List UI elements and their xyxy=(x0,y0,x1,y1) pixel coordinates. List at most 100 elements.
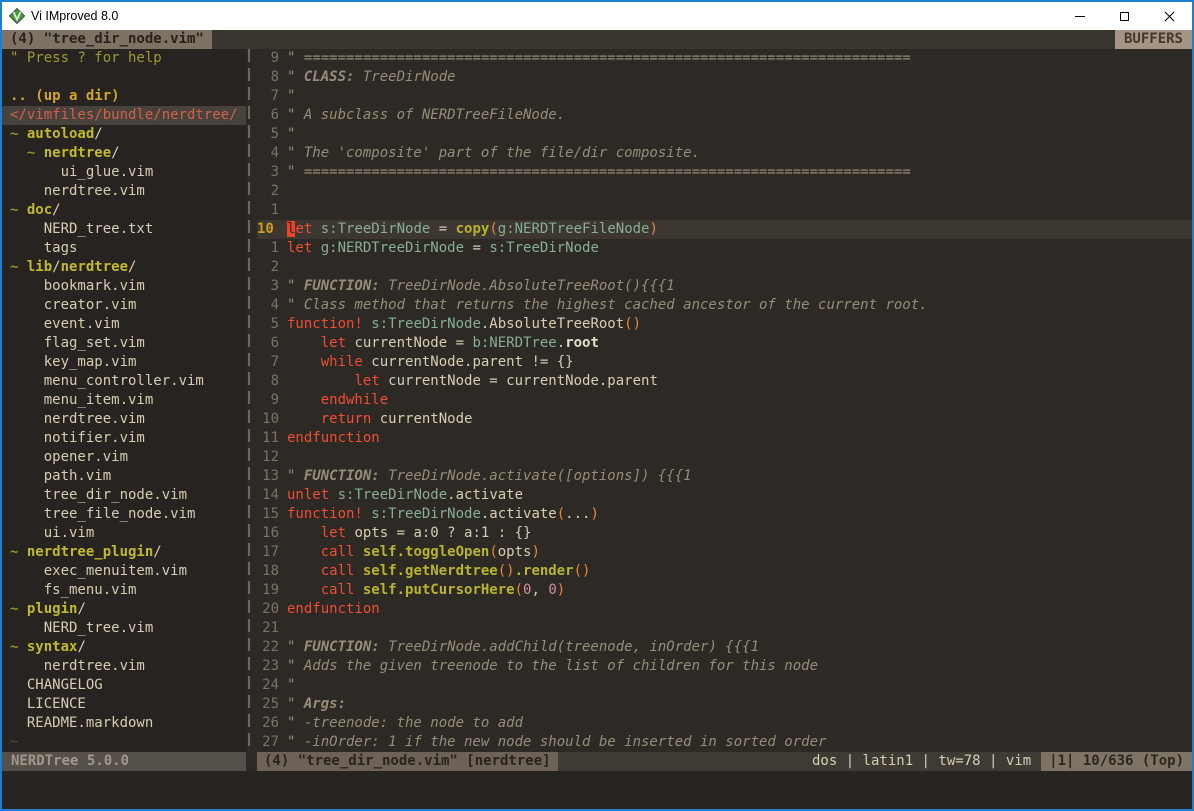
code-line[interactable]: 22" FUNCTION: TreeDirNode.addChild(treen… xyxy=(257,638,1192,657)
tree-item[interactable]: ~ xyxy=(2,733,246,752)
tree-item[interactable]: bookmark.vim xyxy=(2,277,246,296)
line-number: 19 xyxy=(257,581,279,600)
tree-item[interactable]: LICENCE xyxy=(2,695,246,714)
command-line[interactable] xyxy=(2,771,1192,809)
statusline-gap xyxy=(246,752,257,771)
code-line[interactable]: 12 xyxy=(257,448,1192,467)
tree-item[interactable]: nerdtree.vim xyxy=(2,182,246,201)
code-line[interactable]: 6" A subclass of NERDTreeFileNode. xyxy=(257,106,1192,125)
tree-item[interactable]: README.markdown xyxy=(2,714,246,733)
code-line[interactable]: 25" Args: xyxy=(257,695,1192,714)
line-number: 7 xyxy=(257,87,279,106)
tree-item[interactable]: ~ doc/ xyxy=(2,201,246,220)
line-number: 18 xyxy=(257,562,279,581)
code-line[interactable]: 2 xyxy=(257,182,1192,201)
tree-item[interactable]: notifier.vim xyxy=(2,429,246,448)
tree-item[interactable]: opener.vim xyxy=(2,448,246,467)
minimize-button[interactable] xyxy=(1057,2,1102,30)
tree-item[interactable]: path.vim xyxy=(2,467,246,486)
code-line[interactable]: 9 endwhile xyxy=(257,391,1192,410)
code-line[interactable]: 18 call self.getNerdtree().render() xyxy=(257,562,1192,581)
window-separator[interactable] xyxy=(246,49,257,752)
tree-item[interactable]: exec_menuitem.vim xyxy=(2,562,246,581)
tree-item[interactable]: nerdtree.vim xyxy=(2,657,246,676)
code-line[interactable]: 14unlet s:TreeDirNode.activate xyxy=(257,486,1192,505)
tree-item[interactable]: fs_menu.vim xyxy=(2,581,246,600)
tree-item[interactable]: menu_controller.vim xyxy=(2,372,246,391)
tree-item[interactable]: " Press ? for help xyxy=(2,49,246,68)
tree-item[interactable]: key_map.vim xyxy=(2,353,246,372)
code-line[interactable]: 13" FUNCTION: TreeDirNode.activate([opti… xyxy=(257,467,1192,486)
line-number: 3 xyxy=(257,277,279,296)
line-number: 10 xyxy=(257,220,279,239)
code-line[interactable]: 8" CLASS: TreeDirNode xyxy=(257,68,1192,87)
tree-item[interactable]: NERD_tree.vim xyxy=(2,619,246,638)
code-line[interactable]: 9" =====================================… xyxy=(257,49,1192,68)
code-line[interactable]: 3" =====================================… xyxy=(257,163,1192,182)
code-line[interactable]: 5function! s:TreeDirNode.AbsoluteTreeRoo… xyxy=(257,315,1192,334)
tree-item[interactable]: nerdtree.vim xyxy=(2,410,246,429)
code-line[interactable]: 7" xyxy=(257,87,1192,106)
buffers-label: BUFFERS xyxy=(1115,30,1192,49)
tree-item[interactable]: ~ syntax/ xyxy=(2,638,246,657)
tree-item[interactable]: tags xyxy=(2,239,246,258)
code-line[interactable]: 15function! s:TreeDirNode.activate(...) xyxy=(257,505,1192,524)
code-line[interactable]: 10 return currentNode xyxy=(257,410,1192,429)
line-number: 26 xyxy=(257,714,279,733)
code-line[interactable]: 23" Adds the given treenode to the list … xyxy=(257,657,1192,676)
close-button[interactable] xyxy=(1147,2,1192,30)
tree-item[interactable]: CHANGELOG xyxy=(2,676,246,695)
code-line[interactable]: 24" xyxy=(257,676,1192,695)
code-line[interactable]: 3" FUNCTION: TreeDirNode.AbsoluteTreeRoo… xyxy=(257,277,1192,296)
code-line[interactable]: 27" -inOrder: 1 if the new node should b… xyxy=(257,733,1192,752)
tree-item[interactable]: ~ plugin/ xyxy=(2,600,246,619)
line-number: 16 xyxy=(257,524,279,543)
code-line[interactable]: 4" Class method that returns the highest… xyxy=(257,296,1192,315)
code-line[interactable]: 1let g:NERDTreeDirNode = s:TreeDirNode xyxy=(257,239,1192,258)
tree-item[interactable]: menu_item.vim xyxy=(2,391,246,410)
tab-current[interactable]: (4) "tree_dir_node.vim" xyxy=(2,30,212,49)
code-line[interactable]: 21 xyxy=(257,619,1192,638)
line-number: 14 xyxy=(257,486,279,505)
window-title: Vi IMproved 8.0 xyxy=(31,7,1057,26)
tree-item[interactable]: event.vim xyxy=(2,315,246,334)
maximize-icon xyxy=(1120,12,1129,21)
code-line[interactable]: 4" The 'composite' part of the file/dir … xyxy=(257,144,1192,163)
code-line[interactable]: 16 let opts = a:0 ? a:1 : {} xyxy=(257,524,1192,543)
tree-item[interactable]: .. (up a dir) xyxy=(2,87,246,106)
tree-item[interactable]: ~ nerdtree/ xyxy=(2,144,246,163)
code-line[interactable]: 6 let currentNode = b:NERDTree.root xyxy=(257,334,1192,353)
code-line[interactable]: 11endfunction xyxy=(257,429,1192,448)
maximize-button[interactable] xyxy=(1102,2,1147,30)
filename-segment: (4) "tree_dir_node.vim" [nerdtree] xyxy=(257,752,558,771)
tree-item[interactable]: tree_dir_node.vim xyxy=(2,486,246,505)
tree-item[interactable]: tree_file_node.vim xyxy=(2,505,246,524)
code-line[interactable]: 26" -treenode: the node to add xyxy=(257,714,1192,733)
line-number: 9 xyxy=(257,391,279,410)
code-line[interactable]: 19 call self.putCursorHere(0, 0) xyxy=(257,581,1192,600)
code-line[interactable]: 20endfunction xyxy=(257,600,1192,619)
tree-item[interactable]: NERD_tree.txt xyxy=(2,220,246,239)
tree-item[interactable]: ~ lib/nerdtree/ xyxy=(2,258,246,277)
line-number: 4 xyxy=(257,144,279,163)
code-line[interactable]: 7 while currentNode.parent != {} xyxy=(257,353,1192,372)
tree-item[interactable] xyxy=(2,68,246,87)
nerdtree-statusline: NERDTree 5.0.0 xyxy=(2,752,246,771)
tree-item[interactable]: </vimfiles/bundle/nerdtree/ xyxy=(2,106,246,125)
line-number: 15 xyxy=(257,505,279,524)
code-line[interactable]: 1 xyxy=(257,201,1192,220)
tree-item[interactable]: ui.vim xyxy=(2,524,246,543)
line-number: 8 xyxy=(257,372,279,391)
code-line[interactable]: 5" xyxy=(257,125,1192,144)
code-line[interactable]: 2 xyxy=(257,258,1192,277)
tree-item[interactable]: ~ nerdtree_plugin/ xyxy=(2,543,246,562)
tree-item[interactable]: ui_glue.vim xyxy=(2,163,246,182)
tree-item[interactable]: flag_set.vim xyxy=(2,334,246,353)
tree-item[interactable]: creator.vim xyxy=(2,296,246,315)
ruler-position: |1| 10/636 (Top) xyxy=(1041,752,1192,771)
code-line[interactable]: 8 let currentNode = currentNode.parent xyxy=(257,372,1192,391)
code-line[interactable]: 17 call self.toggleOpen(opts) xyxy=(257,543,1192,562)
tree-item[interactable]: ~ autoload/ xyxy=(2,125,246,144)
code-line[interactable]: 10let s:TreeDirNode = copy(g:NERDTreeFil… xyxy=(257,220,1192,239)
line-number: 7 xyxy=(257,353,279,372)
